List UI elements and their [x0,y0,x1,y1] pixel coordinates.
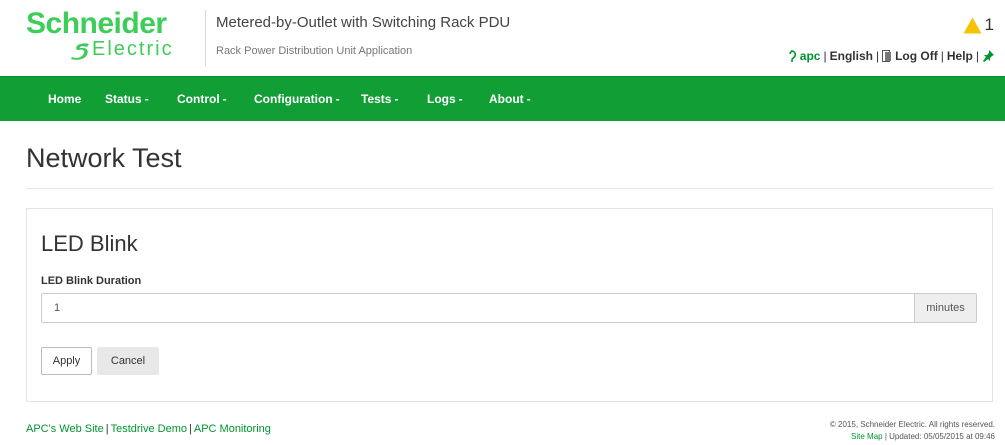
product-title: Metered-by-Outlet with Switching Rack PD… [216,14,511,31]
product-subtitle: Rack Power Distribution Unit Application [216,45,413,57]
nav-label: Tests [361,92,392,106]
testdrive-demo-link[interactable]: Testdrive Demo [111,423,187,435]
nav-logs[interactable]: Logs - [427,77,463,122]
nav-about[interactable]: About - [489,77,531,122]
warning-triangle-icon [963,17,982,33]
help-link[interactable]: Help [947,49,973,63]
footer-links: APC's Web Site | Testdrive Demo | APC Monito… [26,423,271,435]
logo-name-bottom: Electric [92,38,174,60]
chevron-down-icon: - [335,92,340,106]
chevron-down-icon: - [222,92,227,106]
main-navigation: Home Status - Control - Configuration - Tes… [0,76,1005,121]
logo-mark-icon [71,43,89,60]
chevron-down-icon: - [526,92,531,106]
alarm-count: 1 [984,15,994,34]
nav-label: Logs [427,92,456,106]
separator: | [875,49,880,63]
duration-unit: minutes [914,293,977,323]
separator: | [105,423,109,435]
nav-tests[interactable]: Tests - [361,77,398,122]
cancel-button[interactable]: Cancel [97,347,159,375]
user-icon [788,49,798,63]
site-map-link[interactable]: Site Map [851,432,883,441]
page-title: Network Test [26,143,182,173]
duration-input-group: minutes [41,293,977,323]
nav-label: Home [48,92,82,106]
panel-title: LED Blink [41,231,138,256]
chevron-down-icon: - [144,92,149,106]
separator: | [940,49,944,63]
apc-monitoring-link[interactable]: APC Monitoring [194,423,271,435]
user-link[interactable]: apc [800,49,821,63]
duration-label: LED Blink Duration [41,275,142,287]
alarm-indicator[interactable]: 1 [963,15,994,35]
apply-button[interactable]: Apply [41,347,92,375]
title-divider [26,188,993,189]
utility-links: apc | English | Log Off | Help | [788,49,994,63]
logo-name-top: Schneider [26,7,167,40]
nav-status[interactable]: Status - [105,77,149,122]
language-link[interactable]: English [830,49,873,63]
nav-label: Control [177,92,220,106]
header: Schneider Electric Metered-by-Outlet wit… [0,0,1005,76]
led-blink-panel: LED Blink LED Blink Duration minutes App… [26,208,993,402]
schneider-electric-logo[interactable]: Schneider Electric [26,8,198,64]
separator: | [975,49,979,63]
nav-label: About [489,92,524,106]
apc-website-link[interactable]: APC's Web Site [26,423,104,435]
footer-info: © 2015, Schneider Electric. All rights r… [829,420,995,441]
copyright-text: © 2015, Schneider Electric. All rights r… [829,420,995,429]
chevron-down-icon: - [394,92,399,106]
logoff-icon [882,50,893,62]
nav-label: Configuration [254,92,333,106]
chevron-down-icon: - [458,92,463,106]
nav-control[interactable]: Control - [177,77,227,122]
header-divider [205,10,206,66]
updated-timestamp: Updated: 05/05/2015 at 09:46 [889,432,995,441]
nav-home[interactable]: Home [48,77,81,122]
separator: | [823,49,827,63]
led-blink-duration-input[interactable] [41,293,915,323]
nav-configuration[interactable]: Configuration - [254,77,340,122]
logoff-link[interactable]: Log Off [895,49,938,63]
separator: | [189,423,192,435]
pin-icon[interactable] [982,50,994,62]
nav-label: Status [105,92,142,106]
